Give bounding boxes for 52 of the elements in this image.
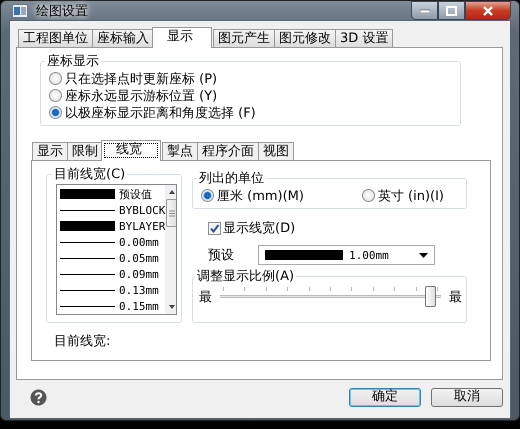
radio-option[interactable]: 以极座标显示距离和角度选择 (F) [49, 104, 452, 121]
window-title: 绘图设置 [36, 2, 88, 20]
tab[interactable]: 掣点 [162, 142, 198, 160]
close-button[interactable] [465, 1, 511, 20]
group-title: 座标显示 [46, 53, 100, 70]
tab[interactable]: 座标输入 [92, 29, 154, 47]
list-item[interactable]: 0.15mm [57, 298, 166, 314]
minimize-button[interactable] [411, 1, 438, 20]
dialog-button[interactable]: 确定 [349, 388, 421, 406]
checkmark-icon [209, 222, 220, 234]
scale-slider[interactable] [220, 287, 441, 306]
tab[interactable]: 限制 [67, 142, 103, 160]
slider-label: 最 [199, 289, 212, 306]
help-icon[interactable] [30, 388, 47, 406]
scrollbar[interactable] [165, 185, 176, 314]
maximize-icon [446, 6, 457, 16]
list-item[interactable]: 0.13mm [57, 282, 166, 298]
tab[interactable]: 图元修改 [274, 29, 336, 47]
tab[interactable]: 显示 [152, 27, 212, 48]
app-icon [12, 4, 28, 18]
default-lineweight-dropdown[interactable]: 1.00mm [258, 245, 435, 265]
radio-option[interactable]: 厘米 (mm)(M) [201, 187, 304, 204]
current-lineweight-label: 目前线宽: [53, 333, 110, 350]
group-title: 列出的单位 [198, 170, 265, 187]
list-item[interactable]: BYBLOCK [57, 202, 166, 218]
close-icon [482, 6, 494, 16]
radio-option[interactable]: 英寸 (in)(I) [362, 187, 444, 204]
field-label: 预设 [208, 247, 235, 264]
dialog-button[interactable]: 取消 [431, 388, 503, 406]
slider-thumb[interactable] [424, 286, 436, 307]
scroll-thumb[interactable] [166, 199, 176, 227]
tab[interactable]: 显示 [32, 142, 68, 160]
group-title: 目前线宽(C) [53, 166, 126, 183]
radio-option[interactable]: 只在选择点时更新座标 (P) [49, 70, 452, 87]
minimize-icon [420, 8, 430, 12]
lineweight-list[interactable]: 预设值 BYBLOCK BYLAYER 0.00mm 0.05mm 0.09mm 0.13mm 0.15mm [56, 184, 177, 315]
list-item[interactable]: 0.05mm [57, 250, 166, 266]
maximize-button[interactable] [438, 1, 465, 20]
tab[interactable]: 工程图单位 [18, 29, 93, 47]
tab[interactable]: 程序介面 [197, 142, 259, 160]
group-title: 调整显示比例(A) [196, 268, 296, 285]
caret-icon [419, 252, 428, 258]
tab[interactable]: 图元产生 [213, 29, 275, 47]
tab[interactable]: 视图 [258, 142, 294, 160]
list-item[interactable]: 0.00mm [57, 234, 166, 250]
show-lineweight-checkbox[interactable]: 显示线宽(D) [208, 219, 467, 237]
slider-label: 最 [449, 289, 462, 306]
list-item[interactable]: 0.09mm [57, 266, 166, 282]
list-item[interactable]: BYLAYER [57, 218, 166, 234]
tab[interactable]: 3D 设置 [335, 29, 394, 47]
list-item[interactable]: 预设值 [57, 186, 166, 202]
radio-option[interactable]: 座标永远显示游标位置 (Y) [49, 87, 452, 104]
